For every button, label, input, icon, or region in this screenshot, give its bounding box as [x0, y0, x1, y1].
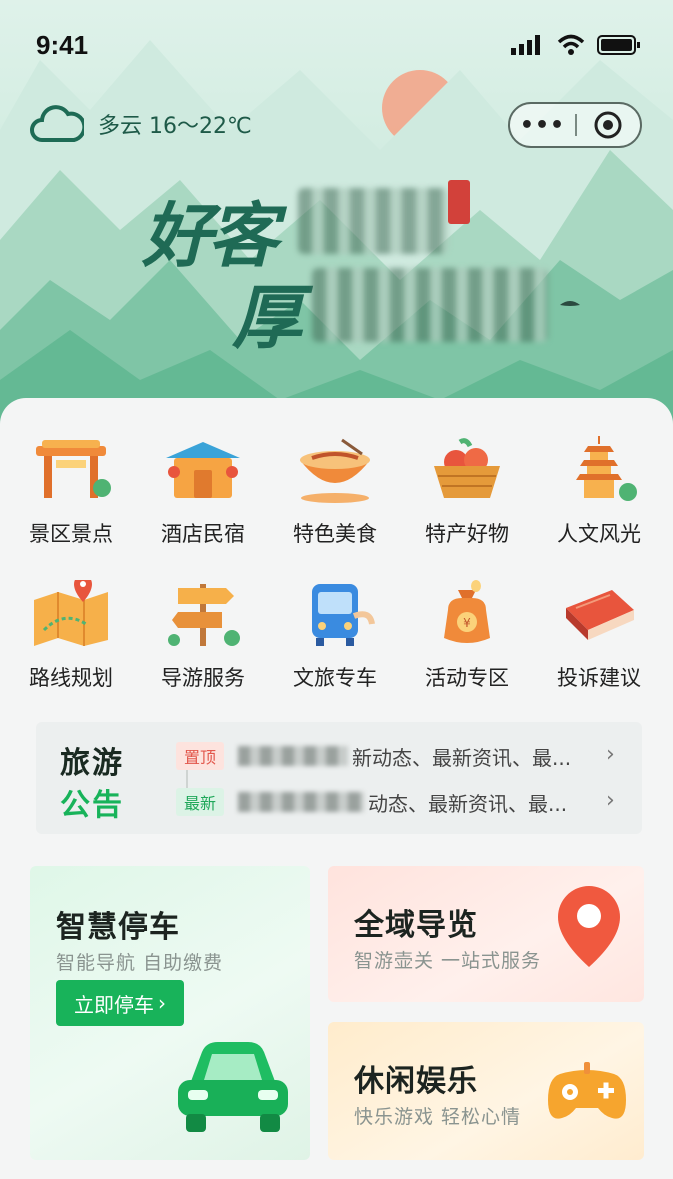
- service-item-guide[interactable]: 导游服务: [138, 580, 268, 692]
- park-now-button[interactable]: 立即停车 ›: [56, 980, 184, 1026]
- weather-widget[interactable]: 多云 16～22℃: [30, 104, 252, 144]
- slogan-line-2: 厚: [232, 276, 302, 359]
- service-label: 活动专区: [425, 666, 509, 690]
- chevron-right-icon[interactable]: ›: [606, 788, 615, 813]
- notice-tag-pinned: 置顶: [176, 742, 225, 770]
- tile-subtitle: 智游壶关 一站式服务: [354, 950, 542, 972]
- bus-icon: [312, 584, 375, 646]
- money-bag-icon: ¥: [444, 580, 490, 643]
- service-label: 文旅专车: [293, 666, 377, 690]
- car-icon: [178, 1042, 288, 1132]
- service-label: 酒店民宿: [161, 522, 245, 546]
- slogan-blurred-2: [312, 268, 548, 342]
- weather-text: 多云 16～22℃: [98, 114, 252, 139]
- book-icon: [566, 590, 634, 640]
- smart-parking-tile[interactable]: 智慧停车 智能导航 自助缴费 立即停车 ›: [30, 866, 310, 1160]
- notice-tag-new: 最新: [176, 788, 225, 816]
- leisure-tile[interactable]: 休闲娱乐 快乐游戏 轻松心情: [328, 1022, 644, 1160]
- gate-icon: [36, 440, 111, 498]
- notice-title-line1: 旅游: [60, 746, 124, 781]
- signpost-icon: [168, 584, 240, 646]
- cloud-icon: [30, 105, 84, 142]
- battery-icon: [597, 35, 640, 55]
- notice-item[interactable]: 置顶 新动态、最新资讯、最...: [176, 740, 606, 772]
- gamepad-icon: [548, 1062, 626, 1119]
- park-now-label: 立即停车: [74, 992, 154, 1017]
- notice-text: 新动态、最新资讯、最...: [352, 745, 572, 770]
- tile-title: 休闲娱乐: [354, 1064, 478, 1099]
- status-time: 9:41: [36, 30, 89, 60]
- svg-text:¥: ¥: [463, 616, 471, 630]
- service-item-hotel[interactable]: 酒店民宿: [138, 436, 268, 548]
- wifi-icon: [557, 34, 585, 55]
- service-label: 人文风光: [557, 522, 641, 546]
- tile-title: 全域导览: [354, 908, 478, 943]
- red-seal: [448, 180, 470, 224]
- service-label: 特色美食: [293, 522, 377, 546]
- slogan-blurred-1: [298, 188, 448, 254]
- service-item-specialty[interactable]: 特产好物: [402, 436, 532, 548]
- tile-subtitle: 快乐游戏 轻松心情: [354, 1106, 522, 1128]
- map-icon: [34, 575, 108, 646]
- service-item-food[interactable]: 特色美食: [270, 436, 400, 548]
- notice-blurred-text: [238, 746, 349, 766]
- signal-icon: [511, 35, 540, 55]
- global-guide-tile[interactable]: 全域导览 智游壶关 一站式服务: [328, 866, 644, 1002]
- more-dots-icon[interactable]: •••: [510, 113, 575, 138]
- service-item-events[interactable]: ¥ 活动专区: [402, 580, 532, 692]
- service-item-route[interactable]: 路线规划: [6, 575, 136, 692]
- hero-banner: 9:41 多云 16～22℃ ••• 好客 厚: [0, 0, 673, 440]
- service-item-scenic[interactable]: 景区景点: [6, 436, 136, 548]
- chevron-right-icon[interactable]: ›: [606, 742, 615, 767]
- tourism-notice: 旅游 公告 置顶 新动态、最新资讯、最... › 最新 动态、最新资讯、最...…: [36, 722, 642, 834]
- target-icon[interactable]: [577, 110, 640, 140]
- bowl-icon: [300, 438, 370, 503]
- notice-title-line2: 公告: [60, 788, 124, 823]
- notice-blurred-text: [238, 792, 365, 812]
- basket-icon: [434, 438, 500, 498]
- service-label: 投诉建议: [557, 666, 641, 690]
- status-icons: [511, 34, 641, 56]
- notice-text: 动态、最新资讯、最...: [368, 791, 568, 816]
- service-label: 景区景点: [29, 522, 113, 546]
- mini-program-capsule: •••: [508, 102, 642, 148]
- hotel-icon: [166, 442, 240, 498]
- service-label: 导游服务: [161, 666, 245, 690]
- location-pin-icon: [558, 886, 620, 967]
- chevron-right-icon: ›: [158, 991, 166, 1015]
- service-label: 路线规划: [29, 666, 113, 690]
- service-item-complaint[interactable]: 投诉建议: [534, 580, 664, 692]
- tile-subtitle: 智能导航 自助缴费: [56, 952, 224, 974]
- service-item-culture[interactable]: 人文风光: [534, 436, 664, 548]
- service-label: 特产好物: [425, 522, 509, 546]
- tile-title: 智慧停车: [56, 910, 180, 945]
- pagoda-icon: [576, 436, 637, 501]
- service-item-bus[interactable]: 文旅专车: [270, 580, 400, 692]
- notice-item[interactable]: 最新 动态、最新资讯、最...: [176, 786, 606, 818]
